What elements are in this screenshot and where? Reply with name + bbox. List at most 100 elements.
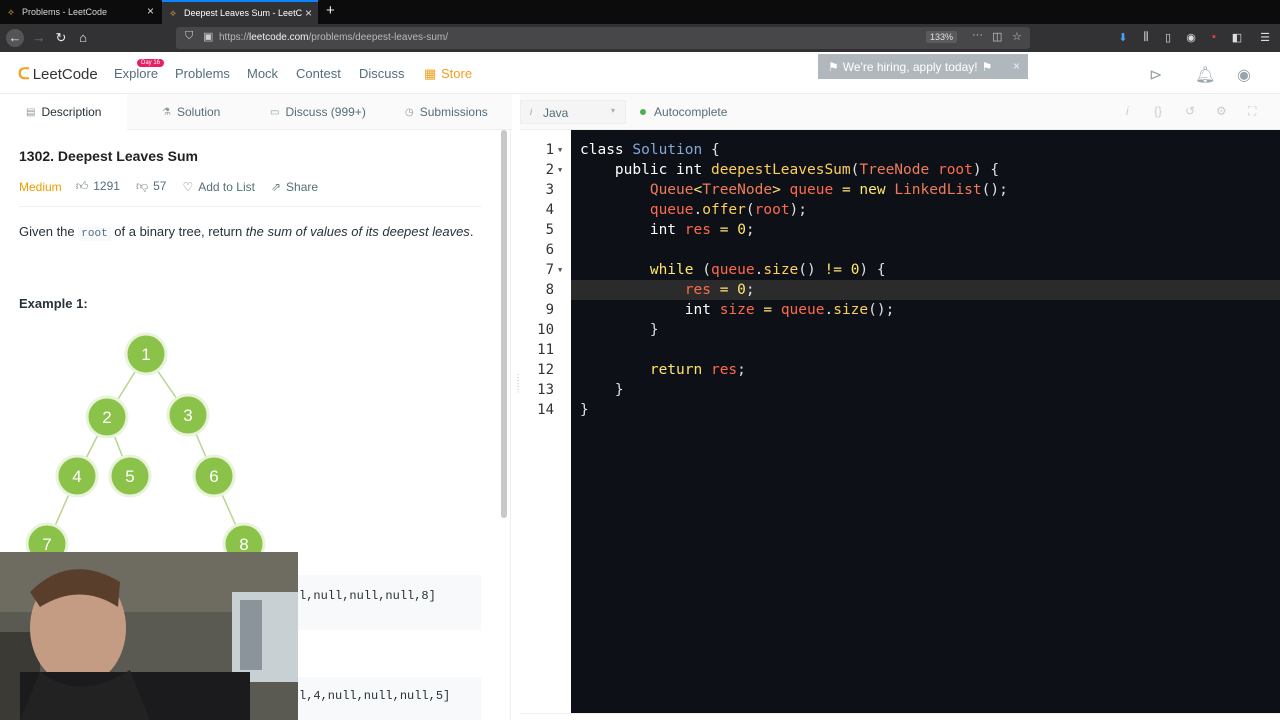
url-bar[interactable]: ⛉ ▣ https://leetcode.com/problems/deepes…: [176, 27, 1030, 49]
nav-discuss[interactable]: Discuss: [359, 66, 405, 81]
browser-nav-bar: ← → ↻ ⌂ ⛉ ▣ https://leetcode.com/problem…: [0, 24, 1280, 52]
user-avatar-icon[interactable]: ◉: [1237, 65, 1251, 85]
tree-node-label: 4: [72, 467, 81, 486]
sidebar-icon[interactable]: ▯: [1161, 31, 1175, 44]
close-tab-icon[interactable]: ×: [305, 7, 312, 19]
add-to-list-button[interactable]: ♡ Add to List: [182, 180, 254, 194]
webcam-overlay: [0, 552, 298, 720]
browser-tab-bar: ⟡ Problems - LeetCode × ⟡ Deepest Leaves…: [0, 0, 1280, 24]
line-number: 4: [545, 202, 554, 218]
dislike-button[interactable]: 👎︎ 57: [136, 179, 167, 194]
line-number: 12: [537, 362, 554, 378]
site-header: ᑕ LeetCode Explore Day 16 Problems Mock …: [0, 52, 1280, 94]
like-button[interactable]: 👍︎ 1291: [76, 179, 120, 194]
nav-explore[interactable]: Explore: [114, 66, 158, 81]
nav-contest[interactable]: Contest: [296, 66, 341, 81]
tab-discuss[interactable]: ▭ Discuss (999+): [270, 94, 366, 130]
settings-gear-icon[interactable]: ⚙: [1216, 104, 1227, 118]
close-tab-icon[interactable]: ×: [147, 5, 154, 17]
reset-icon[interactable]: ↺: [1185, 104, 1195, 118]
new-tab-plus-icon[interactable]: +: [326, 2, 335, 19]
bookmark-star-icon[interactable]: ☆: [1012, 30, 1022, 43]
document-icon: ▤: [26, 106, 36, 118]
nav-store[interactable]: Store: [441, 66, 472, 81]
back-arrow-icon[interactable]: ←: [6, 29, 24, 47]
chevron-down-icon: ▾: [610, 106, 615, 115]
divider: [19, 206, 481, 207]
leetcode-favicon-icon: ⟡: [170, 8, 176, 18]
code-line: Queue<TreeNode> queue = new LinkedList()…: [649, 182, 1008, 198]
info-icon[interactable]: i: [1126, 104, 1129, 118]
problem-meta: Medium 👍︎ 1291 👎︎ 57 ♡ Add to List ⇗ Share: [19, 179, 334, 194]
code-line: }: [580, 402, 589, 418]
comment-icon: ▭: [270, 106, 280, 118]
extension-icon[interactable]: ◧: [1230, 31, 1244, 44]
pocket-icon[interactable]: ◫: [992, 30, 1002, 43]
flag-icon: ⚑: [828, 59, 839, 74]
tab-solution[interactable]: ⚗ Solution: [162, 94, 220, 130]
code-line: int size = queue.size();: [684, 302, 895, 318]
inline-code: root: [78, 227, 111, 241]
lock-icon[interactable]: ▣: [203, 30, 213, 43]
fullscreen-icon[interactable]: ⛶: [1248, 104, 1256, 119]
line-number: 2: [545, 162, 554, 178]
line-number: 3: [545, 182, 554, 198]
fold-arrow-icon[interactable]: ▼: [558, 260, 562, 280]
browser-tab-deepest-leaves[interactable]: ⟡ Deepest Leaves Sum - LeetCode ×: [162, 0, 318, 24]
hiring-banner[interactable]: ⚑ We're hiring, apply today! ⚑ ×: [818, 54, 1028, 79]
zoom-level-badge[interactable]: 133%: [926, 31, 958, 43]
forward-arrow-icon[interactable]: →: [30, 29, 48, 47]
tree-node-label: 6: [209, 467, 218, 486]
line-number: 1: [545, 142, 554, 158]
hiring-text: We're hiring, apply today!: [842, 59, 978, 74]
tab-submissions[interactable]: ◷ Submissions: [405, 94, 488, 130]
library-icon[interactable]: ⫼: [1139, 31, 1153, 44]
tab-description[interactable]: ▤ Description: [0, 94, 127, 130]
example-tree-image: 12 34 5 67 8: [25, 332, 266, 565]
braces-icon[interactable]: {}: [1154, 104, 1162, 118]
panel-splitter[interactable]: ⋮ ⋮ ⋮: [510, 130, 522, 720]
code-line: }: [580, 382, 624, 398]
code-line: }: [580, 322, 659, 338]
language-select[interactable]: i Java ▾: [520, 100, 626, 124]
playground-icon[interactable]: ⊳: [1149, 65, 1162, 85]
nav-mock[interactable]: Mock: [247, 66, 278, 81]
tree-node-label: 2: [102, 408, 111, 427]
more-actions-icon[interactable]: ···: [972, 29, 983, 41]
store-icon[interactable]: ▦: [424, 66, 436, 82]
share-button[interactable]: ⇗ Share: [271, 180, 318, 194]
code-editor[interactable]: class Solution { public int deepestLeave…: [571, 130, 1280, 713]
problem-statement: Given the root of a binary tree, return …: [19, 224, 474, 241]
code-line: queue.offer(root);: [649, 202, 808, 218]
autocomplete-toggle[interactable]: Autocomplete: [640, 105, 727, 119]
browser-tab-problems[interactable]: ⟡ Problems - LeetCode ×: [0, 0, 160, 24]
reload-icon[interactable]: ↻: [52, 29, 70, 47]
leetcode-logo-icon: ᑕ: [18, 66, 30, 83]
editor-toolbar: i Java ▾ Autocomplete i {} ↺ ⚙ ⛶: [520, 94, 1280, 130]
shield-icon[interactable]: ⛉: [185, 30, 193, 43]
fold-arrow-icon[interactable]: ▼: [558, 160, 562, 180]
line-number: 13: [537, 382, 554, 398]
fold-arrow-icon[interactable]: ▼: [558, 140, 562, 160]
extension-icon[interactable]: ▪: [1207, 31, 1221, 43]
account-icon[interactable]: ◉: [1184, 31, 1198, 44]
description-tabs: ▤ Description ⚗ Solution ▭ Discuss (999+) ◷…: [0, 94, 512, 130]
scrollbar-thumb[interactable]: [501, 130, 507, 518]
code-line: public int deepestLeavesSum(TreeNode roo…: [614, 162, 1000, 178]
day-badge: Day 16: [137, 59, 165, 67]
description-scrollbar[interactable]: [500, 130, 508, 720]
flask-icon: ⚗: [162, 106, 171, 118]
notification-bell-icon[interactable]: 🔔︎: [1195, 65, 1215, 85]
example-heading: Example 1:: [19, 296, 88, 311]
download-icon[interactable]: ⬇: [1116, 31, 1130, 44]
close-banner-icon[interactable]: ×: [1013, 59, 1020, 73]
leetcode-logo[interactable]: ᑕ LeetCode: [18, 64, 98, 84]
line-number: 11: [537, 342, 554, 358]
tree-node-label: 5: [125, 467, 134, 486]
leetcode-favicon-icon: ⟡: [8, 7, 14, 17]
nav-problems[interactable]: Problems: [175, 66, 230, 81]
thumbs-up-icon: 👍︎: [75, 179, 89, 193]
home-icon[interactable]: ⌂: [74, 29, 92, 47]
menu-hamburger-icon[interactable]: ☰: [1258, 31, 1272, 44]
